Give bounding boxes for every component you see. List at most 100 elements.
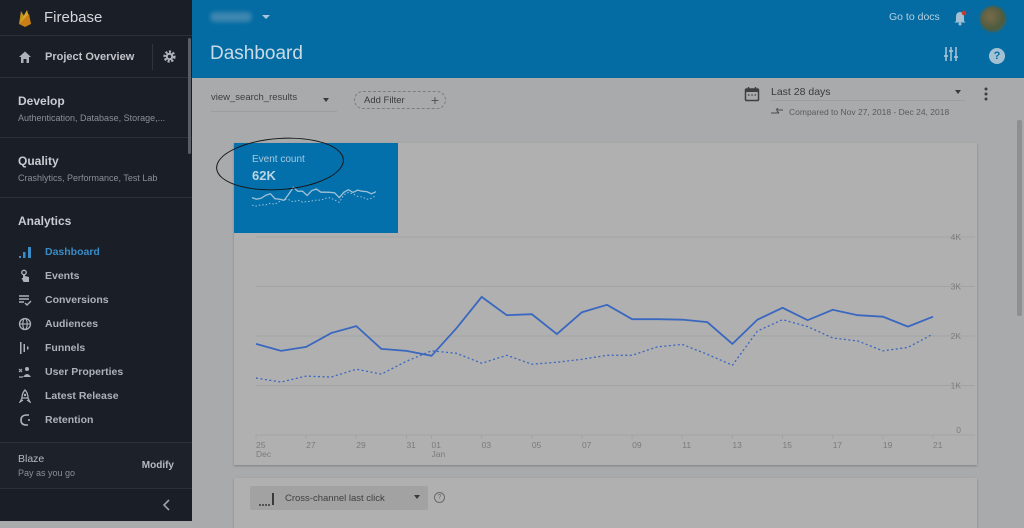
- add-filter-button[interactable]: Add Filter +: [354, 91, 446, 109]
- series-previous-line: [255, 318, 934, 383]
- home-icon: [19, 51, 31, 63]
- date-range-select[interactable]: Last 28 days: [771, 84, 965, 101]
- sidebar-item-audiences[interactable]: Audiences: [18, 312, 192, 336]
- sidebar-item-latest-release[interactable]: Latest Release: [18, 384, 192, 408]
- chevron-down-icon: [262, 15, 270, 19]
- x-tick-label: 19: [883, 440, 893, 450]
- brand[interactable]: Firebase: [0, 0, 192, 36]
- analytics-nav: Dashboard Events Conversions Audiences F…: [18, 240, 192, 436]
- plan-panel: Blaze Pay as you go Modify: [0, 442, 192, 488]
- y-tick-label: 4K: [951, 232, 962, 242]
- sidebar-item-streamview[interactable]: StreamView: [18, 432, 192, 436]
- x-tick-label: 13: [732, 440, 742, 450]
- section-subtitle: Authentication, Database, Storage,...: [18, 113, 166, 123]
- x-tick-label: 11: [682, 440, 691, 450]
- touch-icon: [18, 269, 32, 283]
- x-tick-label: 31: [406, 440, 416, 450]
- nav-label: Events: [45, 270, 80, 282]
- modify-plan-button[interactable]: Modify: [142, 460, 174, 471]
- rocket-icon: [18, 389, 32, 403]
- add-filter-label: Add Filter: [364, 95, 405, 106]
- y-tick-label: 0: [956, 425, 961, 435]
- chevron-down-icon: [323, 98, 329, 102]
- page-title: Dashboard: [210, 43, 303, 64]
- sidebar: Firebase Project Overview Develop Authen…: [0, 0, 192, 521]
- section-title: Analytics: [18, 214, 72, 228]
- sidebar-item-user-properties[interactable]: User Properties: [18, 360, 192, 384]
- section-title: Develop: [18, 94, 65, 108]
- compare-arrows-icon: [771, 108, 783, 114]
- x-tick-sublabel: Dec: [256, 449, 272, 459]
- sidebar-item-dashboard[interactable]: Dashboard: [18, 240, 192, 264]
- y-tick-label: 1K: [951, 381, 962, 391]
- attribution-model-select[interactable]: Cross-channel last click: [250, 486, 428, 510]
- bar-chart-icon: [18, 245, 32, 259]
- chevron-down-icon: [414, 495, 420, 499]
- x-tick-label: 03: [482, 440, 492, 450]
- sidebar-item-funnels[interactable]: Funnels: [18, 336, 192, 360]
- funnel-icon: [18, 341, 32, 355]
- comparison-range: Compared to Nov 27, 2018 - Dec 24, 2018: [771, 107, 949, 117]
- x-tick-label: 15: [783, 440, 793, 450]
- x-tick-label: 05: [532, 440, 542, 450]
- project-name-redacted: [210, 12, 252, 22]
- x-tick-label: 21: [933, 440, 943, 450]
- help-icon[interactable]: ?: [434, 492, 445, 503]
- comparison-text: Compared to Nov 27, 2018 - Dec 24, 2018: [789, 107, 950, 117]
- nav-label: Latest Release: [45, 390, 119, 402]
- help-icon[interactable]: ?: [989, 48, 1005, 64]
- chevron-left-icon[interactable]: [162, 499, 172, 511]
- more-vert-icon[interactable]: [982, 86, 990, 102]
- bell-icon[interactable]: [952, 10, 968, 26]
- firebase-logo-icon: [19, 9, 31, 27]
- brand-name: Firebase: [44, 9, 103, 26]
- nav-label: Audiences: [45, 318, 99, 330]
- go-to-docs-link[interactable]: Go to docs: [889, 11, 940, 23]
- sidebar-item-events[interactable]: Events: [18, 264, 192, 288]
- project-selector[interactable]: [210, 12, 270, 22]
- section-title: Quality: [18, 154, 59, 168]
- x-tick-label: 17: [833, 440, 843, 450]
- nav-label: Dashboard: [45, 246, 100, 258]
- avatar[interactable]: [980, 6, 1006, 32]
- globe-icon: [18, 317, 32, 331]
- nav-label: Funnels: [45, 342, 86, 354]
- line-chart: 01K2K3K4K25Dec27 29 31 01Jan03 05 07 09 11 13 15 1…: [255, 232, 975, 459]
- main-scrollbar[interactable]: [1017, 120, 1022, 316]
- plus-icon: +: [430, 92, 439, 108]
- sidebar-item-retention[interactable]: Retention: [18, 408, 192, 432]
- people-icon: [18, 365, 32, 379]
- sidebar-item-conversions[interactable]: Conversions: [18, 288, 192, 312]
- nav-label: Retention: [45, 414, 94, 426]
- event-select[interactable]: view_search_results: [211, 92, 337, 112]
- playlist-check-icon: [18, 293, 32, 307]
- nav-label: User Properties: [45, 366, 124, 378]
- header: Dashboard Go to docs ?: [192, 0, 1024, 78]
- x-tick-label: 07: [582, 440, 592, 450]
- nav-label: Conversions: [45, 294, 109, 306]
- section-develop[interactable]: Develop Authentication, Database, Storag…: [0, 78, 192, 138]
- tune-icon[interactable]: [943, 46, 959, 62]
- y-tick-label: 3K: [951, 282, 962, 292]
- date-range-value: Last 28 days: [771, 86, 831, 98]
- section-analytics: Analytics Dashboard Events Conversions A…: [0, 198, 192, 436]
- y-tick-label: 2K: [951, 331, 962, 341]
- attribution-model-value: Cross-channel last click: [285, 493, 385, 504]
- gear-icon[interactable]: [162, 49, 177, 64]
- divider: [152, 44, 153, 70]
- section-quality[interactable]: Quality Crashlytics, Performance, Test L…: [0, 138, 192, 198]
- attribution-bars-icon: [259, 493, 274, 506]
- section-subtitle: Crashlytics, Performance, Test Lab: [18, 173, 158, 183]
- chevron-down-icon: [955, 90, 961, 94]
- series-current-line: [255, 295, 934, 357]
- event-select-value: view_search_results: [211, 92, 298, 103]
- collapse-sidebar[interactable]: [0, 488, 192, 521]
- project-overview-label: Project Overview: [45, 50, 135, 63]
- x-tick-sublabel: Jan: [432, 449, 446, 459]
- x-tick-label: 29: [356, 440, 366, 450]
- x-tick-label: 27: [306, 440, 316, 450]
- project-overview[interactable]: Project Overview: [0, 36, 192, 78]
- magnet-icon: [18, 413, 32, 427]
- calendar-icon[interactable]: [744, 86, 760, 102]
- sidebar-scrollbar[interactable]: [188, 38, 191, 154]
